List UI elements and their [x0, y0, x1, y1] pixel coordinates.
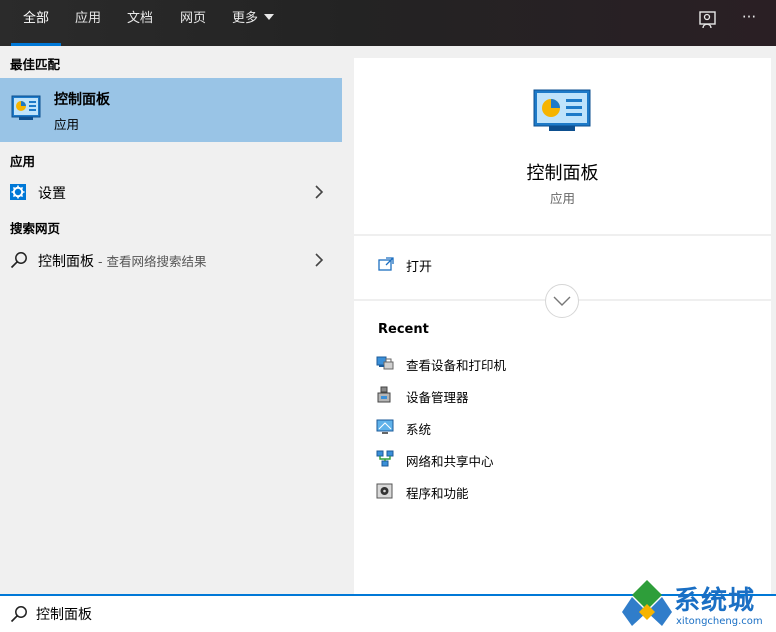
- control-panel-icon: [11, 95, 41, 120]
- search-scope-tabs: 全部 应用 文档 网页 更多 ···: [0, 0, 776, 46]
- best-match-item[interactable]: 控制面板 应用: [0, 78, 342, 142]
- open-label: 打开: [406, 260, 433, 275]
- best-match-subtitle: 应用: [54, 117, 80, 132]
- system-icon: [376, 419, 394, 434]
- result-settings[interactable]: 设置: [0, 175, 342, 209]
- control-panel-large-icon: [533, 89, 591, 131]
- recent-item-programs-features[interactable]: 程序和功能: [376, 478, 756, 504]
- results-pane: 最佳匹配 控制面板 应用 应用 设置 搜索网页 控制面板 - 查看网络搜索结果: [0, 46, 342, 594]
- watermark-text: 系统城: [674, 586, 756, 616]
- watermark: 系统城 xitongcheng.com: [622, 576, 772, 632]
- open-icon: [378, 257, 394, 271]
- recent-item-label: 设备管理器: [406, 390, 469, 405]
- web-query-text: 控制面板: [38, 254, 94, 270]
- web-query-hint: - 查看网络搜索结果: [94, 254, 207, 269]
- recent-item-label: 程序和功能: [406, 486, 469, 501]
- recent-item-system[interactable]: 系统: [376, 414, 756, 440]
- tab-all[interactable]: 全部: [11, 0, 61, 46]
- divider: [354, 234, 771, 236]
- tab-apps[interactable]: 应用: [63, 0, 113, 46]
- network-sharing-icon: [376, 450, 394, 467]
- chevron-down-icon: [553, 296, 571, 306]
- tab-web[interactable]: 网页: [167, 0, 219, 46]
- devices-printers-icon: [376, 356, 394, 370]
- recent-item-label: 网络和共享中心: [406, 454, 494, 469]
- search-icon: [10, 606, 27, 623]
- tab-more[interactable]: 更多: [222, 0, 284, 46]
- chevron-right-icon[interactable]: [314, 252, 324, 268]
- recent-item-network-sharing[interactable]: 网络和共享中心: [376, 446, 756, 472]
- preview-title: 控制面板: [526, 163, 599, 184]
- search-icon: [10, 252, 27, 269]
- more-options-icon[interactable]: ···: [738, 9, 760, 31]
- settings-gear-icon: [10, 184, 26, 200]
- watermark-logo-icon: [622, 580, 672, 626]
- programs-features-icon: [376, 483, 393, 499]
- best-match-heading: 最佳匹配: [10, 57, 61, 72]
- recent-item-device-manager[interactable]: 设备管理器: [376, 382, 756, 408]
- recent-item-devices-printers[interactable]: 查看设备和打印机: [376, 350, 756, 376]
- result-settings-label: 设置: [38, 186, 66, 202]
- chevron-right-icon[interactable]: [314, 184, 324, 200]
- recent-heading: Recent: [378, 322, 429, 337]
- device-manager-icon: [377, 386, 391, 403]
- tab-more-label: 更多: [231, 11, 258, 26]
- search-input[interactable]: [36, 602, 596, 626]
- feedback-icon[interactable]: [697, 9, 719, 31]
- apps-heading: 应用: [10, 154, 36, 169]
- result-web-search-label: 控制面板 - 查看网络搜索结果: [38, 251, 206, 271]
- open-action[interactable]: 打开: [354, 248, 771, 282]
- preview-subtitle: 应用: [549, 191, 575, 206]
- result-web-search[interactable]: 控制面板 - 查看网络搜索结果: [0, 243, 342, 277]
- preview-pane: 控制面板 应用 打开 Recent 查看设备和打印机 设备管理器 系统 网络和共…: [354, 58, 771, 594]
- watermark-url: xitongcheng.com: [676, 616, 763, 627]
- tab-documents[interactable]: 文档: [115, 0, 165, 46]
- recent-item-label: 查看设备和打印机: [406, 358, 507, 373]
- chevron-down-icon: [264, 14, 274, 20]
- web-search-heading: 搜索网页: [10, 221, 61, 236]
- recent-item-label: 系统: [406, 422, 432, 437]
- expand-button[interactable]: [545, 284, 579, 318]
- best-match-title: 控制面板: [54, 92, 110, 108]
